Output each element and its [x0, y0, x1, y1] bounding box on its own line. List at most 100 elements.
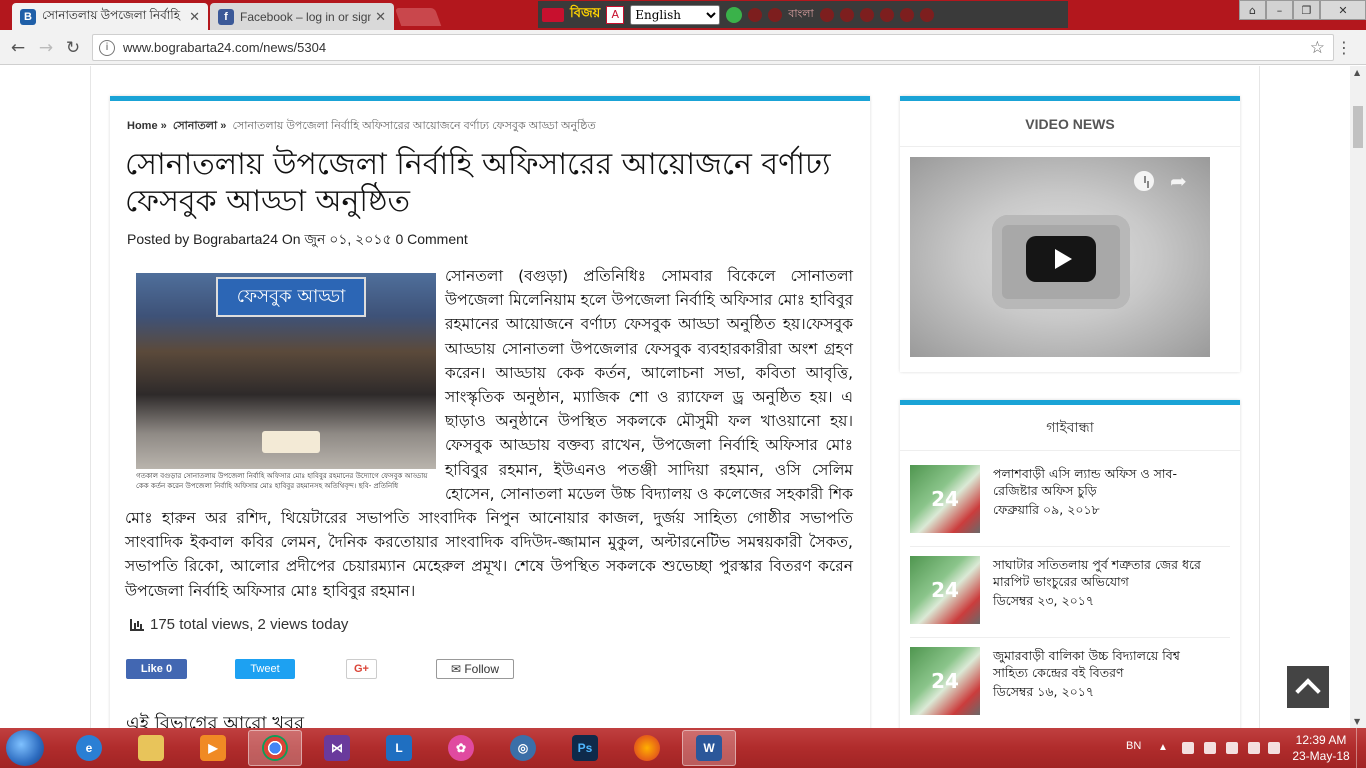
web-page: Home » সোনাতলা » সোনাতলায় উপজেলা নির্বা…: [0, 66, 1350, 728]
breadcrumb-current: সোনাতলায় উপজেলা নির্বাহি অফিসারের আয়োজ…: [232, 120, 596, 132]
forward-arrow-icon[interactable]: →: [36, 38, 56, 58]
follow-button[interactable]: ✉ Follow: [436, 659, 514, 679]
photo-banner: ফেসবুক আড্ডা: [216, 277, 366, 317]
network-icon[interactable]: [1226, 742, 1238, 754]
show-hidden-icons-icon[interactable]: ▲: [1158, 742, 1170, 754]
keyboard-icon[interactable]: [839, 7, 854, 22]
minimize-button[interactable]: –: [1266, 0, 1293, 20]
close-tab-icon[interactable]: ✕: [189, 9, 200, 25]
internet-explorer-icon: e: [76, 735, 102, 761]
taskbar-firefox[interactable]: [620, 730, 674, 766]
folder-icon: [138, 735, 164, 761]
flower-icon: ✿: [448, 735, 474, 761]
play-button[interactable]: [1026, 236, 1096, 282]
volume-icon[interactable]: [1268, 742, 1280, 754]
news-thumbnail[interactable]: 24: [910, 465, 980, 533]
bookmark-star-icon[interactable]: ☆: [1310, 38, 1325, 58]
taskbar-explorer[interactable]: [124, 730, 178, 766]
watch-later-icon[interactable]: [1134, 171, 1154, 191]
taskbar-ie[interactable]: e: [62, 730, 116, 766]
maximize-button[interactable]: ❐: [1293, 0, 1320, 20]
scrollbar-thumb[interactable]: [1353, 106, 1363, 148]
photo-cake: [262, 431, 320, 453]
list-item[interactable]: 24 সাঘাটার সতিতলায় পুর্ব শত্রুতার জের ধ…: [910, 548, 1230, 638]
cd-icon: ◎: [510, 735, 536, 761]
news-title[interactable]: জুমারবাড়ী বালিকা উচ্চ বিদ্যালয়ে বিশ্ব …: [993, 647, 1213, 700]
tool-icon[interactable]: [748, 7, 763, 22]
news-thumbnail[interactable]: 24: [910, 647, 980, 715]
start-button[interactable]: [6, 730, 44, 766]
show-desktop-button[interactable]: [1356, 728, 1366, 768]
minimize-ime-icon[interactable]: [819, 7, 834, 22]
tab-facebook[interactable]: f Facebook – log in or sign ✕: [210, 3, 394, 30]
reload-icon[interactable]: ↻: [63, 38, 83, 58]
article-container: Home » সোনাতলা » সোনাতলায় উপজেলা নির্বা…: [110, 96, 870, 728]
facebook-like-button[interactable]: Like 0: [126, 659, 187, 679]
list-item[interactable]: 24 জুমারবাড়ী বালিকা উচ্চ বিদ্যালয়ে বিশ…: [910, 639, 1230, 728]
new-tab-button[interactable]: [394, 8, 442, 26]
photo-caption: গতকাল বগুড়ার সোনাতলায় উপজেলা নির্বাহি …: [136, 472, 428, 490]
battery-icon[interactable]: [1182, 742, 1194, 754]
url-input[interactable]: [123, 40, 1310, 55]
facebook-favicon-icon: f: [218, 8, 234, 25]
page-border: [90, 66, 91, 728]
ie-icon[interactable]: [879, 7, 894, 22]
help-icon[interactable]: [899, 7, 914, 22]
display-icon[interactable]: [1248, 742, 1260, 754]
settings-icon[interactable]: [859, 7, 874, 22]
window-controls: ⌂ – ❐ ✕: [1239, 0, 1366, 20]
breadcrumb-category-link[interactable]: সোনাতলা »: [173, 120, 227, 132]
taskbar-photoshop[interactable]: Ps: [558, 730, 612, 766]
menu-dots-icon[interactable]: ⋮: [1336, 38, 1352, 57]
user-icon[interactable]: ⌂: [1239, 0, 1266, 20]
article-meta: Posted by Bograbarta24 On জুন ০১, ২০১৫ 0…: [127, 231, 468, 247]
view-count: 175 total views, 2 views today: [130, 616, 348, 633]
flag-icon[interactable]: [1204, 742, 1216, 754]
info-icon[interactable]: i: [99, 39, 115, 56]
bar-chart-icon: [130, 618, 144, 631]
article-photo[interactable]: ফেসবুক আড্ডা: [136, 273, 436, 469]
tool-icon[interactable]: [768, 7, 783, 22]
tweet-button[interactable]: Tweet: [235, 659, 295, 679]
news-title[interactable]: পলাশবাড়ী এসি ল্যান্ড অফিস ও সাব-রেজিষ্ট…: [993, 465, 1213, 518]
video-player[interactable]: ➦: [910, 157, 1210, 357]
ime-bengali-label[interactable]: বাংলা: [788, 5, 813, 24]
page-scrollbar[interactable]: ▲ ▼: [1350, 66, 1366, 728]
scroll-down-arrow-icon[interactable]: ▼: [1354, 717, 1360, 726]
clock-time: 12:39 AM: [1295, 733, 1347, 747]
lync-icon: L: [386, 735, 412, 761]
taskbar-lync[interactable]: L: [372, 730, 426, 766]
taskbar-word[interactable]: W: [682, 730, 736, 766]
close-tab-icon[interactable]: ✕: [375, 9, 386, 25]
google-plus-button[interactable]: G+: [346, 659, 377, 679]
language-indicator[interactable]: BN: [1126, 740, 1141, 752]
ime-brand: বিজয়: [570, 6, 601, 21]
chrome-icon: [262, 735, 288, 761]
scroll-up-arrow-icon[interactable]: ▲: [1354, 68, 1360, 77]
news-thumbnail[interactable]: 24: [910, 556, 980, 624]
tab-title: সোনাতলায় উপজেলা নির্বাহি: [42, 7, 181, 22]
list-item[interactable]: 24 পলাশবাড়ী এসি ল্যান্ড অফিস ও সাব-রেজি…: [910, 457, 1230, 547]
news-date: ডিসেম্বর ১৬, ২০১৭: [993, 684, 1094, 699]
word-icon: W: [696, 735, 722, 761]
back-arrow-icon[interactable]: ←: [8, 38, 28, 58]
taskbar-itunes[interactable]: ◎: [496, 730, 550, 766]
share-icon[interactable]: ➦: [1170, 169, 1187, 193]
font-a-icon[interactable]: A: [606, 5, 625, 24]
address-bar[interactable]: i ☆: [92, 34, 1334, 61]
news-title[interactable]: সাঘাটার সতিতলায় পুর্ব শত্রুতার জের ধরে …: [993, 556, 1213, 609]
follow-label: Follow: [464, 662, 500, 676]
info-icon[interactable]: [919, 7, 934, 22]
ime-language-select[interactable]: English: [630, 4, 721, 25]
taskbar-chrome[interactable]: [248, 730, 302, 766]
scroll-to-top-button[interactable]: [1287, 666, 1329, 708]
close-window-button[interactable]: ✕: [1320, 0, 1366, 20]
taskbar: e ▶ ⋈ L ✿ ◎ Ps W BN ▲ 12:39 AM 23-May-18: [0, 728, 1366, 768]
globe-icon[interactable]: [726, 6, 743, 23]
clock[interactable]: 12:39 AM 23-May-18: [1288, 732, 1354, 764]
breadcrumb-home-link[interactable]: Home »: [127, 120, 167, 132]
taskbar-visual-studio[interactable]: ⋈: [310, 730, 364, 766]
taskbar-paint[interactable]: ✿: [434, 730, 488, 766]
taskbar-media[interactable]: ▶: [186, 730, 240, 766]
tab-article[interactable]: B সোনাতলায় উপজেলা নির্বাহি ✕: [12, 3, 208, 30]
